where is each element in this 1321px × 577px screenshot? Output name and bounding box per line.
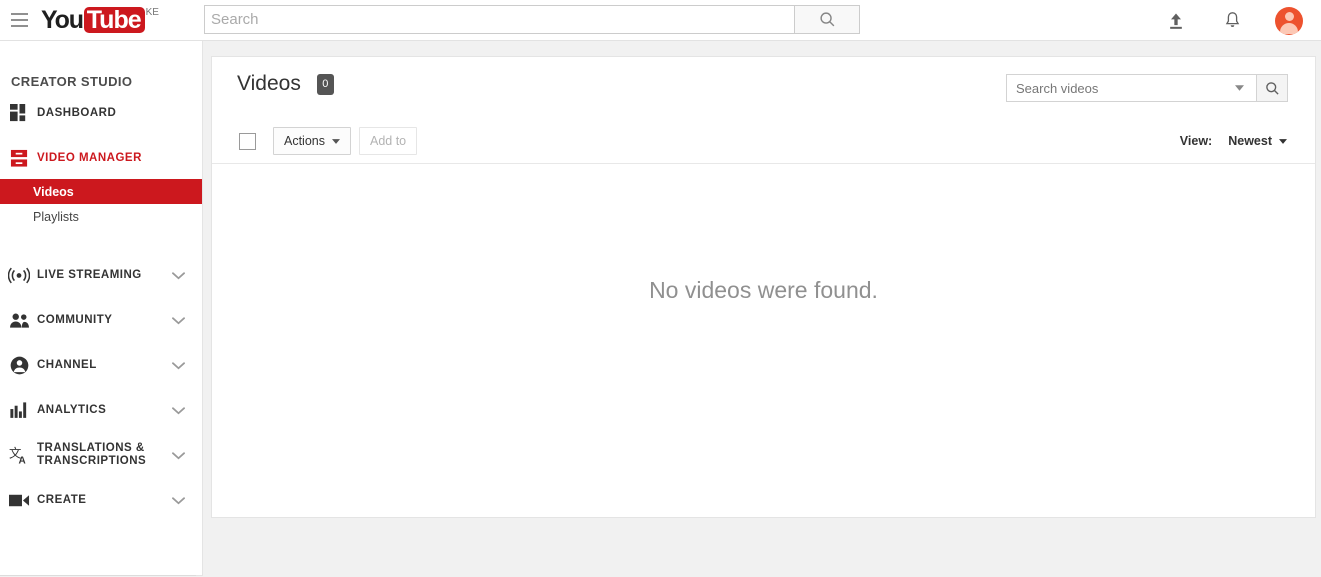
videos-search-button[interactable]	[1256, 74, 1288, 102]
masthead-actions	[1163, 0, 1303, 41]
select-all-checkbox[interactable]	[239, 132, 256, 150]
sidebar-subitem-playlists[interactable]: Playlists	[0, 204, 202, 229]
chevron-down-icon[interactable]	[172, 272, 185, 280]
hamburger-menu-icon[interactable]	[7, 8, 31, 32]
sidebar-item-video-manager[interactable]: VIDEO MANAGER	[0, 137, 202, 179]
sidebar-item-label: DASHBOARD	[37, 106, 117, 119]
caret-down-icon	[1279, 138, 1287, 144]
actions-button[interactable]: Actions	[273, 127, 351, 155]
page-title: Videos	[237, 72, 301, 95]
sidebar-group: CHANNEL	[0, 344, 202, 386]
sidebar-item-community[interactable]: COMMUNITY	[0, 299, 202, 341]
videos-search-input[interactable]	[1006, 74, 1256, 102]
sidebar-item-label: TRANSLATIONS & TRANSCRIPTIONS	[37, 442, 147, 467]
avatar-body	[1280, 22, 1298, 34]
upload-icon	[1170, 13, 1182, 29]
translate-icon: 文 A	[5, 445, 33, 465]
video-camera-icon	[5, 493, 33, 508]
sidebar-nav-list: DASHBOARD VIDEO MANAGER Videos Playlists L…	[0, 92, 202, 521]
sidebar-item-label: ANALYTICS	[37, 403, 107, 416]
logo-country-code: KE	[145, 7, 159, 18]
account-circle-icon	[5, 356, 33, 375]
hamburger-bar	[10, 25, 28, 27]
creator-studio-sidebar: CREATOR STUDIO DASHBOARD VIDEO MANAGER Vi…	[0, 41, 203, 576]
sidebar-bottom-divider	[0, 575, 196, 576]
hamburger-bar	[10, 13, 28, 15]
videos-content-card: Videos 0 Actions	[211, 56, 1316, 518]
sidebar-item-create[interactable]: CREATE	[0, 479, 202, 521]
search-icon	[819, 12, 834, 27]
sidebar-group: VIDEO MANAGER Videos Playlists	[0, 137, 202, 251]
search-button[interactable]	[794, 5, 860, 34]
bar-chart-icon	[5, 401, 33, 419]
avatar[interactable]	[1275, 6, 1303, 35]
chevron-down-icon[interactable]	[172, 362, 185, 370]
broadcast-icon	[5, 266, 33, 285]
logo-tube-text: Tube	[83, 7, 145, 33]
hamburger-bar	[10, 19, 28, 21]
sidebar-item-channel[interactable]: CHANNEL	[0, 344, 202, 386]
page-title-row: Videos 0	[237, 72, 334, 96]
add-to-button[interactable]: Add to	[359, 127, 418, 155]
sidebar-group: LIVE STREAMING	[0, 254, 202, 296]
masthead: You Tube KE	[0, 0, 1321, 41]
videos-search-form	[1006, 74, 1288, 102]
sidebar-item-label: CREATE	[37, 493, 87, 506]
sidebar-item-label: VIDEO MANAGER	[37, 151, 142, 164]
avatar-head	[1284, 11, 1294, 21]
videos-toolbar: Actions Add to View: Newest	[212, 119, 1315, 164]
sidebar-item-label: COMMUNITY	[37, 313, 113, 326]
sidebar-title: CREATOR STUDIO	[11, 74, 133, 89]
empty-state-message: No videos were found.	[649, 276, 878, 303]
caret-down-icon	[332, 138, 340, 144]
sidebar-subitem-videos[interactable]: Videos	[0, 179, 202, 204]
chevron-down-icon[interactable]	[172, 407, 185, 415]
search-input[interactable]	[204, 5, 794, 34]
search-icon	[1265, 81, 1279, 95]
add-to-label: Add to	[370, 134, 407, 148]
sidebar-item-label: LIVE STREAMING	[37, 268, 142, 281]
upload-button[interactable]	[1163, 8, 1189, 34]
actions-label: Actions	[284, 134, 325, 148]
people-icon	[5, 312, 33, 329]
view-sort-value: Newest	[1228, 134, 1272, 148]
view-label: View:	[1179, 134, 1213, 148]
video-count-badge: 0	[316, 73, 334, 95]
sidebar-item-label: CHANNEL	[37, 358, 97, 371]
global-search-form	[204, 5, 860, 34]
bell-icon	[1225, 12, 1239, 27]
notifications-button[interactable]	[1219, 8, 1245, 34]
sidebar-item-dashboard[interactable]: DASHBOARD	[0, 92, 202, 134]
youtube-logo[interactable]: You Tube KE	[41, 7, 159, 33]
dashboard-grid-icon	[5, 103, 33, 123]
video-manager-icon	[5, 149, 33, 168]
sidebar-group: DASHBOARD	[0, 92, 202, 134]
page-header: Videos 0	[212, 57, 1315, 119]
view-sort-dropdown[interactable]: Newest	[1228, 134, 1287, 148]
toolbar-left-group: Actions Add to	[239, 127, 418, 155]
sidebar-group: CREATE	[0, 479, 202, 521]
sidebar-item-translations-transcriptions[interactable]: 文 A TRANSLATIONS & TRANSCRIPTIONS	[0, 434, 202, 476]
chevron-down-icon[interactable]	[172, 452, 185, 460]
sidebar-group: COMMUNITY	[0, 299, 202, 341]
toolbar-right-group: View: Newest	[1180, 127, 1287, 155]
chevron-down-icon[interactable]	[172, 497, 185, 505]
logo-you-text: You	[41, 6, 84, 34]
sidebar-item-live-streaming[interactable]: LIVE STREAMING	[0, 254, 202, 296]
sidebar-item-analytics[interactable]: ANALYTICS	[0, 389, 202, 431]
sidebar-group: 文 A TRANSLATIONS & TRANSCRIPTIONS	[0, 434, 202, 476]
chevron-down-icon[interactable]	[172, 317, 185, 325]
sidebar-group: ANALYTICS	[0, 389, 202, 431]
svg-text:A: A	[18, 456, 25, 465]
empty-state: No videos were found.	[212, 165, 1315, 415]
